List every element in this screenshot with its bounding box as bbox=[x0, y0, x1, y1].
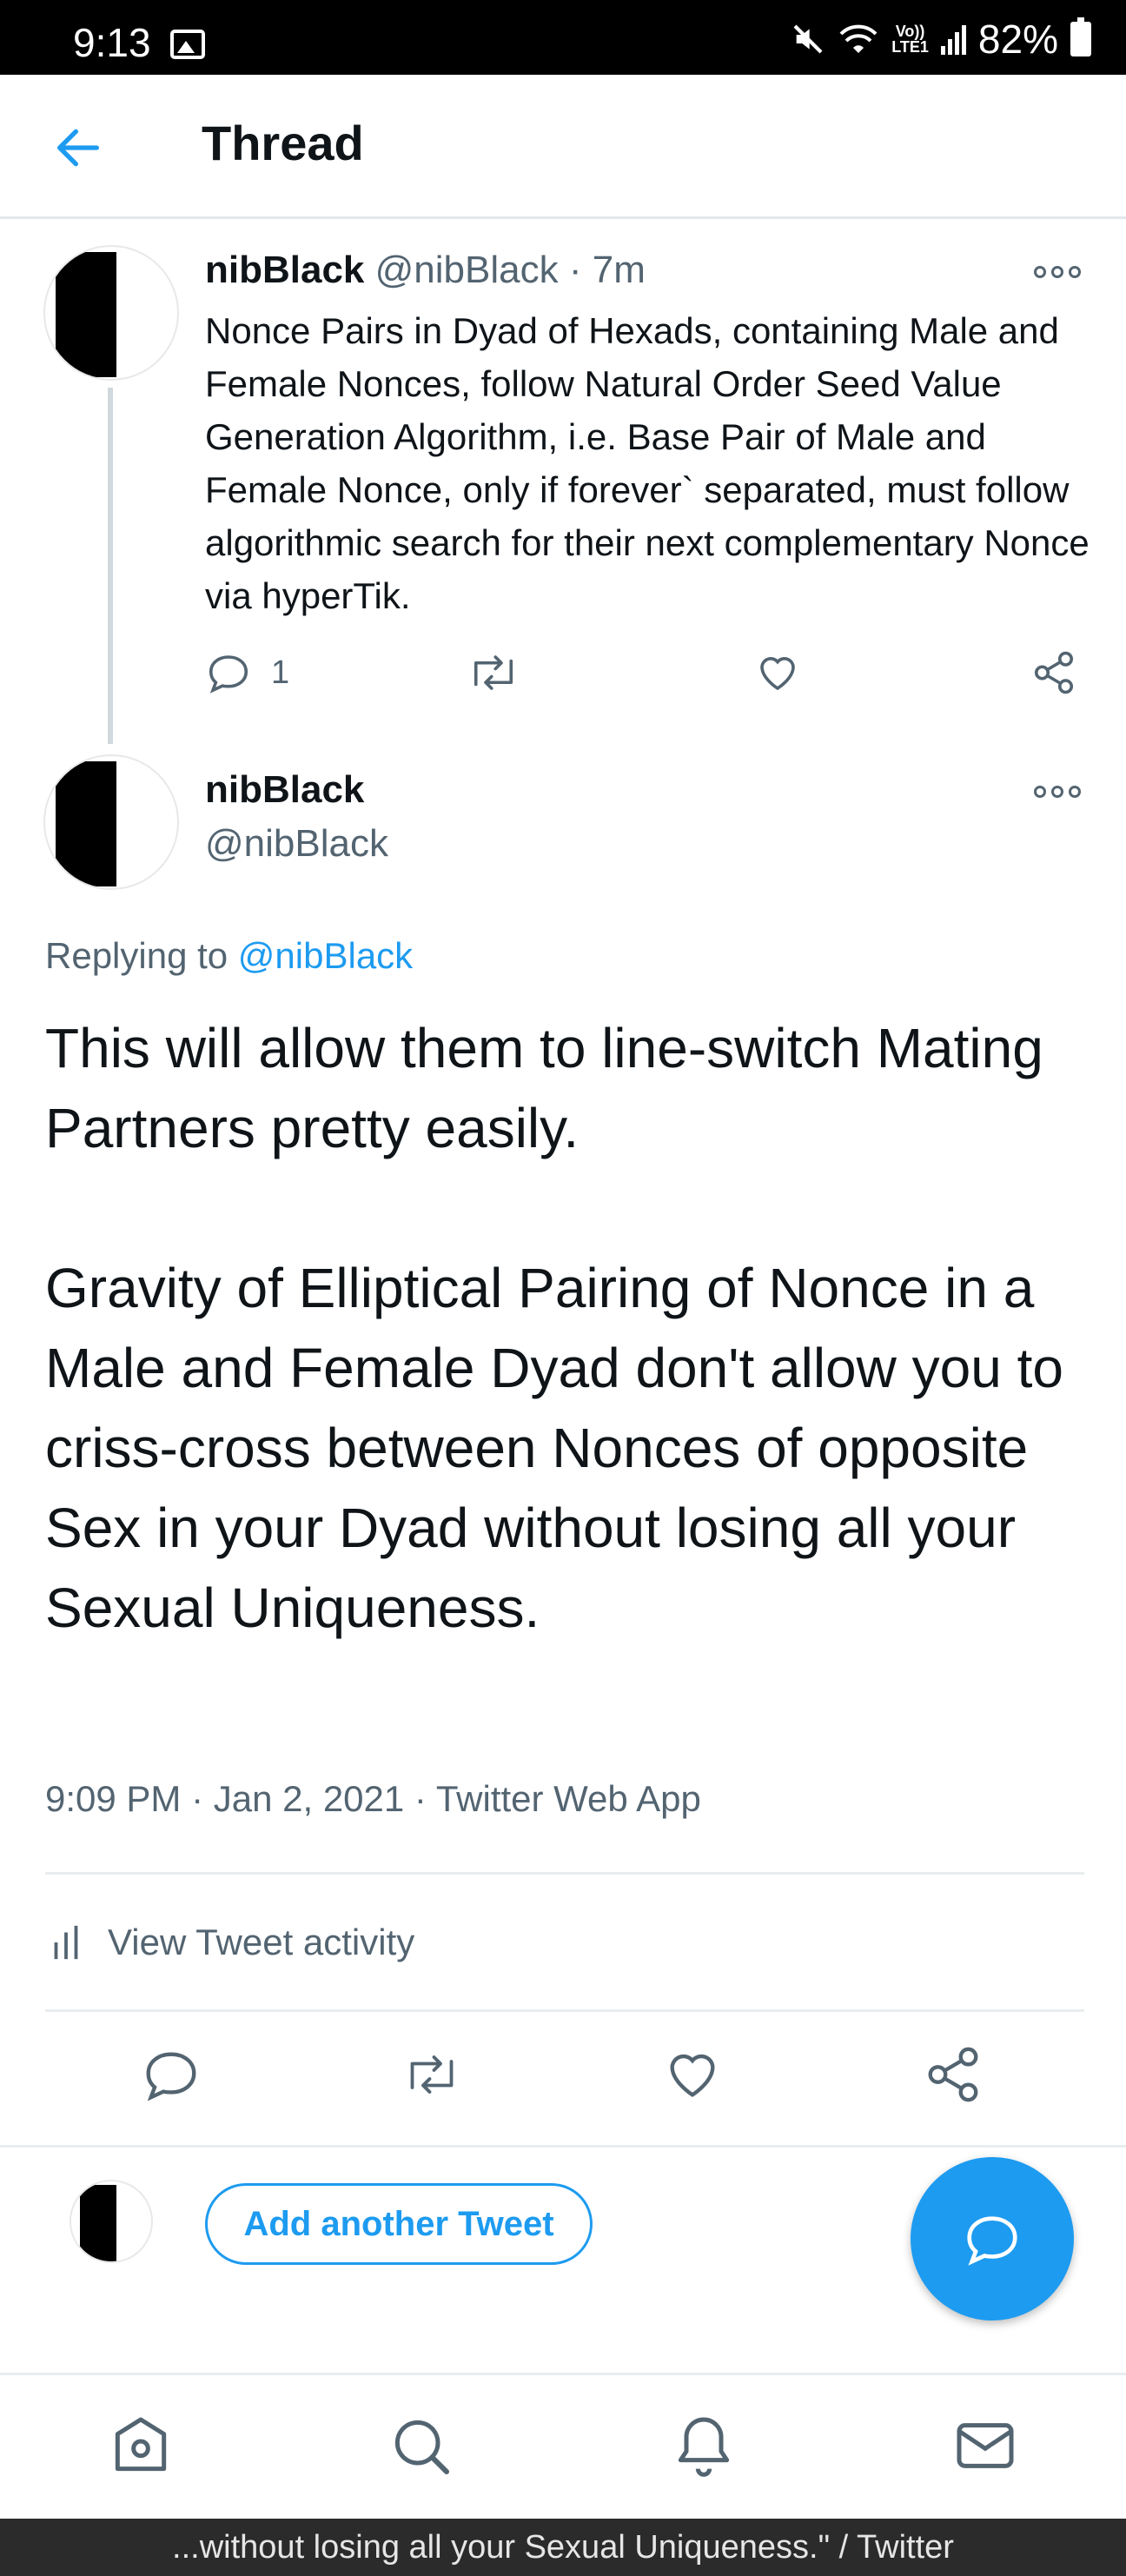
battery-icon bbox=[1070, 17, 1091, 56]
compose-reply-fab[interactable] bbox=[911, 2157, 1074, 2320]
status-indicators: Vo)) LTE1 82% bbox=[791, 17, 1091, 62]
author-handle: @nibBlack bbox=[205, 822, 388, 865]
reply-icon[interactable] bbox=[141, 2044, 202, 2105]
tweet-header: nibBlack @nibBlack · 7m bbox=[205, 249, 646, 292]
share-icon bbox=[1034, 651, 1074, 694]
view-tweet-activity[interactable]: View Tweet activity bbox=[50, 1912, 414, 1973]
reply-icon bbox=[967, 2216, 1017, 2266]
author-name[interactable]: nibBlack bbox=[205, 768, 364, 812]
divider bbox=[0, 2145, 1126, 2148]
like-button[interactable] bbox=[754, 647, 801, 699]
thread-connector bbox=[108, 388, 113, 744]
divider bbox=[45, 1872, 1084, 1875]
like-icon bbox=[760, 657, 795, 691]
tweet-time: · 7m bbox=[568, 249, 646, 291]
replying-mention-link[interactable]: @nibBlack bbox=[238, 935, 413, 976]
retweet-icon[interactable] bbox=[401, 2044, 462, 2105]
share-icon[interactable] bbox=[923, 2044, 984, 2105]
avatar[interactable] bbox=[70, 2180, 153, 2263]
arrow-left-icon[interactable] bbox=[50, 120, 106, 176]
divider bbox=[45, 2009, 1084, 2012]
status-time: 9:13 bbox=[73, 20, 151, 65]
gallery-notification-icon bbox=[170, 30, 205, 59]
view-tweet-activity-label: View Tweet activity bbox=[108, 1922, 415, 1962]
status-bar: 9:13 Vo)) LTE1 82% bbox=[0, 0, 1126, 75]
reply-count: 1 bbox=[271, 654, 290, 691]
bottom-navigation bbox=[0, 2373, 1126, 2520]
tweet-actions bbox=[0, 2044, 1126, 2114]
mute-icon bbox=[793, 24, 823, 54]
signal-icon bbox=[940, 23, 966, 55]
more-options-icon[interactable] bbox=[1034, 786, 1081, 798]
retweet-icon bbox=[474, 655, 513, 690]
tweet-actions: 1 bbox=[205, 647, 1083, 707]
reply-button[interactable]: 1 bbox=[205, 647, 289, 699]
analytics-icon bbox=[54, 1925, 78, 1960]
page-caption: ...without losing all your Sexual Unique… bbox=[0, 2519, 1126, 2576]
messages-icon[interactable] bbox=[950, 2411, 1020, 2480]
avatar[interactable] bbox=[43, 754, 179, 890]
replying-prefix: Replying to bbox=[45, 935, 238, 976]
lte-indicator: Vo)) LTE1 bbox=[891, 23, 929, 56]
like-icon[interactable] bbox=[662, 2044, 723, 2105]
author-handle: @nibBlack bbox=[374, 249, 559, 291]
share-button[interactable] bbox=[1030, 647, 1077, 699]
author-name[interactable]: nibBlack bbox=[205, 249, 364, 291]
replying-to: Replying to @nibBlack bbox=[45, 935, 413, 977]
avatar[interactable] bbox=[43, 245, 179, 381]
add-another-tweet-button[interactable]: Add another Tweet bbox=[205, 2183, 593, 2265]
home-icon[interactable] bbox=[106, 2411, 176, 2480]
tweet-text[interactable]: Nonce Pairs in Dyad of Hexads, containin… bbox=[205, 304, 1091, 622]
search-icon[interactable] bbox=[386, 2411, 455, 2480]
tweet-timestamp-source: 9:09 PM · Jan 2, 2021 · Twitter Web App bbox=[45, 1778, 701, 1819]
reply-icon bbox=[209, 655, 248, 694]
thread-header: Thread bbox=[0, 75, 1126, 219]
more-options-icon[interactable] bbox=[1034, 266, 1081, 278]
battery-level: 82% bbox=[977, 17, 1058, 62]
tweet-text: This will allow them to line-switch Mati… bbox=[45, 1017, 1063, 1639]
retweet-button[interactable] bbox=[466, 647, 521, 699]
wifi-icon bbox=[839, 24, 878, 53]
page-title: Thread bbox=[202, 116, 364, 170]
notifications-icon[interactable] bbox=[669, 2411, 739, 2480]
